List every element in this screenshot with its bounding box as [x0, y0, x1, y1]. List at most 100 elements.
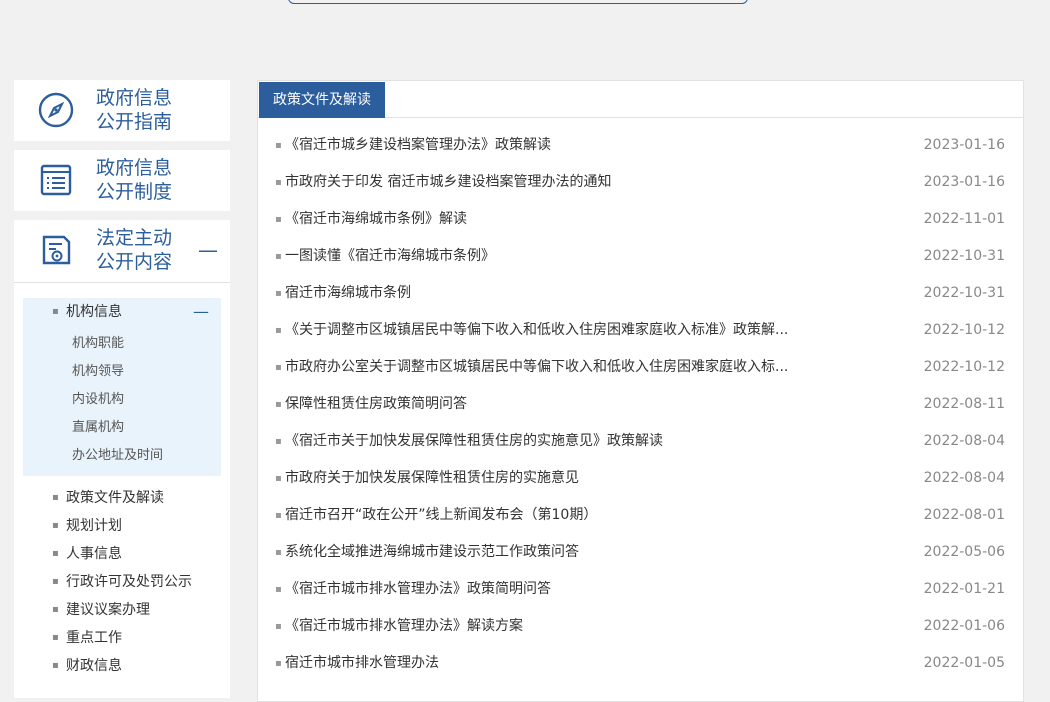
- article-date: 2022-01-06: [923, 618, 1005, 634]
- sidebar-item-label: 财政信息: [66, 658, 122, 674]
- article-date: 2023-01-16: [923, 137, 1005, 153]
- tab-policy-documents[interactable]: 政策文件及解读: [259, 82, 385, 118]
- bullet-icon: ▪: [275, 251, 282, 262]
- sidebar-group-title: 机构信息: [66, 304, 122, 320]
- article-title[interactable]: 市政府关于印发 宿迁市城乡建设档案管理办法的通知: [285, 164, 815, 201]
- bullet-icon: ▪: [275, 362, 282, 373]
- bullet-icon: ▪: [275, 325, 282, 336]
- main-panel: 政策文件及解读 ▪ 《宿迁市城乡建设档案管理办法》政策解读 2023-01-16 ▪…: [257, 80, 1024, 702]
- collapse-icon[interactable]: —: [198, 240, 218, 260]
- list-item[interactable]: ▪ 市政府关于加快发展保障性租赁住房的实施意见 2022-08-04: [258, 460, 1023, 497]
- article-title[interactable]: 系统化全域推进海绵城市建设示范工作政策问答: [285, 534, 815, 571]
- list-item[interactable]: ▪ 《关于调整市区城镇居民中等偏下收入和低收入住房困难家庭收入标准》政策解... 2…: [258, 312, 1023, 349]
- badge-document-icon: [42, 235, 71, 265]
- article-title[interactable]: 一图读懂《宿迁市海绵城市条例》: [285, 238, 815, 275]
- bullet-icon: ▪: [52, 520, 59, 531]
- article-title[interactable]: 市政府关于加快发展保障性租赁住房的实施意见: [285, 460, 815, 497]
- sidebar-card-guide[interactable]: 政府信息 公开指南: [14, 80, 230, 141]
- collapse-icon[interactable]: —: [193, 298, 209, 326]
- list-item[interactable]: ▪ 一图读懂《宿迁市海绵城市条例》 2022-10-31: [258, 238, 1023, 275]
- sidebar-item-label: 建议议案办理: [66, 602, 150, 618]
- sidebar-group-children: 机构职能 机构领导 内设机构 直属机构 办公地址及时间: [23, 326, 221, 476]
- sidebar-item[interactable]: ▪ 行政许可及处罚公示: [14, 568, 230, 596]
- sidebar-item-label: 政策文件及解读: [66, 490, 164, 506]
- article-date: 2022-01-05: [923, 655, 1005, 671]
- bullet-icon: ▪: [52, 632, 59, 643]
- sidebar-card-disclosure[interactable]: 法定主动 公开内容 —: [14, 220, 230, 283]
- document-list-icon: [40, 164, 72, 196]
- list-item[interactable]: ▪ 市政府关于印发 宿迁市城乡建设档案管理办法的通知 2023-01-16: [258, 164, 1023, 201]
- list-item[interactable]: ▪ 《宿迁市城乡建设档案管理办法》政策解读 2023-01-16: [258, 127, 1023, 164]
- bullet-icon: ▪: [52, 306, 59, 317]
- bullet-icon: ▪: [275, 436, 282, 447]
- bullet-icon: ▪: [275, 510, 282, 521]
- list-item[interactable]: ▪ 《宿迁市城市排水管理办法》解读方案 2022-01-06: [258, 608, 1023, 645]
- article-title[interactable]: 《宿迁市关于加快发展保障性租赁住房的实施意见》政策解读: [285, 423, 815, 460]
- sidebar-item[interactable]: ▪ 财政信息: [14, 652, 230, 680]
- list-item[interactable]: ▪ 宿迁市召开“政在公开”线上新闻发布会（第10期） 2022-08-01: [258, 497, 1023, 534]
- bullet-icon: ▪: [52, 576, 59, 587]
- sidebar-item-label: 重点工作: [66, 630, 122, 646]
- bullet-icon: ▪: [52, 660, 59, 671]
- list-item[interactable]: ▪ 保障性租赁住房政策简明问答 2022-08-11: [258, 386, 1023, 423]
- article-date: 2022-11-01: [923, 211, 1005, 227]
- bullet-icon: ▪: [275, 214, 282, 225]
- article-list: ▪ 《宿迁市城乡建设档案管理办法》政策解读 2023-01-16 ▪ 市政府关于印发 …: [258, 118, 1023, 682]
- article-date: 2022-10-12: [923, 359, 1005, 375]
- sidebar-item-label: 人事信息: [66, 546, 122, 562]
- article-title[interactable]: 宿迁市海绵城市条例: [285, 275, 815, 312]
- bullet-icon: ▪: [275, 584, 282, 595]
- compass-icon: [38, 92, 74, 128]
- bullet-icon: ▪: [52, 548, 59, 559]
- sidebar: 政府信息 公开指南 政府信息 公开制度 法定主动 公开内容 — ▪ 机构信息 —…: [14, 80, 230, 698]
- article-date: 2022-05-06: [923, 544, 1005, 560]
- sidebar-item[interactable]: ▪ 重点工作: [14, 624, 230, 652]
- tab-bar: 政策文件及解读: [258, 81, 1023, 118]
- list-item[interactable]: ▪ 《宿迁市海绵城市条例》解读 2022-11-01: [258, 201, 1023, 238]
- article-date: 2022-10-31: [923, 248, 1005, 264]
- article-title[interactable]: 《宿迁市海绵城市条例》解读: [285, 201, 815, 238]
- sidebar-item[interactable]: ▪ 政策文件及解读: [14, 484, 230, 512]
- sidebar-item-label: 行政许可及处罚公示: [66, 574, 192, 590]
- article-date: 2022-08-04: [923, 433, 1005, 449]
- sidebar-card-label: 政府信息 公开指南: [96, 87, 173, 133]
- sidebar-subitem[interactable]: 办公地址及时间: [23, 442, 221, 470]
- sidebar-item[interactable]: ▪ 建议议案办理: [14, 596, 230, 624]
- article-date: 2022-08-04: [923, 470, 1005, 486]
- article-title[interactable]: 《宿迁市城乡建设档案管理办法》政策解读: [285, 127, 815, 164]
- sidebar-subitem[interactable]: 内设机构: [23, 386, 221, 414]
- article-title[interactable]: 宿迁市召开“政在公开”线上新闻发布会（第10期）: [285, 497, 815, 534]
- article-title[interactable]: 宿迁市城市排水管理办法: [285, 645, 815, 682]
- article-title[interactable]: 《关于调整市区城镇居民中等偏下收入和低收入住房困难家庭收入标准》政策解...: [285, 312, 815, 349]
- bullet-icon: ▪: [275, 547, 282, 558]
- sidebar-subitem[interactable]: 机构职能: [23, 330, 221, 358]
- sidebar-item[interactable]: ▪ 人事信息: [14, 540, 230, 568]
- sidebar-subitem[interactable]: 机构领导: [23, 358, 221, 386]
- sidebar-card-label: 政府信息 公开制度: [96, 157, 173, 203]
- bullet-icon: ▪: [275, 177, 282, 188]
- search-bar[interactable]: [288, 0, 748, 4]
- article-title[interactable]: 《宿迁市城市排水管理办法》解读方案: [285, 608, 815, 645]
- bullet-icon: ▪: [275, 621, 282, 632]
- article-date: 2022-10-31: [923, 285, 1005, 301]
- list-item[interactable]: ▪ 《宿迁市城市排水管理办法》政策简明问答 2022-01-21: [258, 571, 1023, 608]
- article-title[interactable]: 保障性租赁住房政策简明问答: [285, 386, 815, 423]
- sidebar-item[interactable]: ▪ 规划计划: [14, 512, 230, 540]
- sidebar-card-system[interactable]: 政府信息 公开制度: [14, 150, 230, 211]
- list-item[interactable]: ▪ 宿迁市海绵城市条例 2022-10-31: [258, 275, 1023, 312]
- bullet-icon: ▪: [275, 658, 282, 669]
- article-title[interactable]: 市政府办公室关于调整市区城镇居民中等偏下收入和低收入住房困难家庭收入标...: [285, 349, 815, 386]
- sidebar-group-head[interactable]: ▪ 机构信息 —: [23, 298, 221, 326]
- list-item[interactable]: ▪ 《宿迁市关于加快发展保障性租赁住房的实施意见》政策解读 2022-08-04: [258, 423, 1023, 460]
- article-date: 2022-10-12: [923, 322, 1005, 338]
- bullet-icon: ▪: [52, 492, 59, 503]
- article-date: 2022-01-21: [923, 581, 1005, 597]
- sidebar-subitem[interactable]: 直属机构: [23, 414, 221, 442]
- bullet-icon: ▪: [275, 140, 282, 151]
- bullet-icon: ▪: [52, 604, 59, 615]
- article-title[interactable]: 《宿迁市城市排水管理办法》政策简明问答: [285, 571, 815, 608]
- list-item[interactable]: ▪ 宿迁市城市排水管理办法 2022-01-05: [258, 645, 1023, 682]
- bullet-icon: ▪: [275, 399, 282, 410]
- list-item[interactable]: ▪ 系统化全域推进海绵城市建设示范工作政策问答 2022-05-06: [258, 534, 1023, 571]
- list-item[interactable]: ▪ 市政府办公室关于调整市区城镇居民中等偏下收入和低收入住房困难家庭收入标... 2…: [258, 349, 1023, 386]
